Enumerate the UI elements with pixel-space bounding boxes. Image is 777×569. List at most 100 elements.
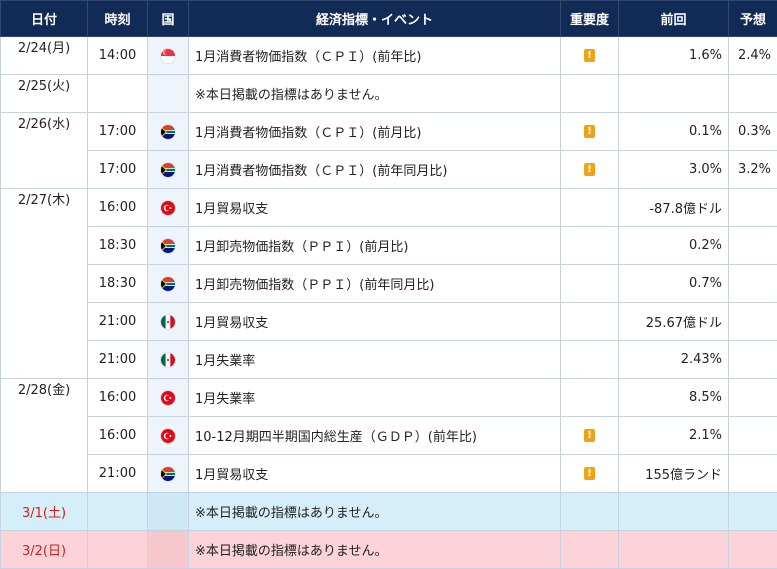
previous-cell: 25.67億ドル — [619, 303, 729, 341]
header-previous: 前回 — [619, 1, 729, 37]
forecast-cell — [729, 341, 777, 379]
event-cell: 1月貿易収支 — [189, 303, 561, 341]
forecast-cell: 0.3% — [729, 113, 777, 151]
event-cell: 1月消費者物価指数（ＣＰＩ）(前年比) — [189, 37, 561, 75]
importance-alert-icon: ! — [584, 163, 595, 176]
importance-cell — [561, 303, 619, 341]
table-row: 3/2(日) ※本日掲載の指標はありません。 — [1, 531, 777, 569]
previous-cell: 1.6% — [619, 37, 729, 75]
time-cell — [88, 75, 148, 113]
event-cell: ※本日掲載の指標はありません。 — [189, 75, 561, 113]
forecast-cell — [729, 227, 777, 265]
date-cell: 2/28(金) — [1, 379, 88, 493]
country-cell — [148, 341, 189, 379]
time-cell: 16:00 — [88, 379, 148, 417]
event-cell: 1月失業率 — [189, 379, 561, 417]
table-row: 17:00 1月消費者物価指数（ＣＰＩ）(前年同月比)! 3.0%3.2% — [1, 151, 777, 189]
time-cell: 18:30 — [88, 227, 148, 265]
event-cell: 1月消費者物価指数（ＣＰＩ）(前年同月比) — [189, 151, 561, 189]
time-cell — [88, 531, 148, 569]
table-row: 3/1(土)※本日掲載の指標はありません。 — [1, 493, 777, 531]
importance-cell — [561, 75, 619, 113]
previous-cell: 0.1% — [619, 113, 729, 151]
date-cell: 3/2(日) — [1, 531, 88, 569]
country-cell — [148, 75, 189, 113]
previous-cell: 0.7% — [619, 265, 729, 303]
table-row: 2/26(水)17:001月消費者物価指数（ＣＰＩ）(前月比)!0.1%0.3% — [1, 113, 777, 151]
table-body: 2/24(月)14:001月消費者物価指数（ＣＰＩ）(前年比)!1.6%2.4%… — [1, 37, 777, 569]
south-africa-flag-icon — [161, 125, 175, 139]
table-row: 2/25(火)※本日掲載の指標はありません。 — [1, 75, 777, 113]
table-row: 16:0010-12月期四半期国内総生産（ＧＤＰ）(前年比)!2.1% — [1, 417, 777, 455]
event-cell: 1月貿易収支 — [189, 189, 561, 227]
header-importance: 重要度 — [561, 1, 619, 37]
forecast-cell — [729, 531, 777, 569]
previous-cell: 8.5% — [619, 379, 729, 417]
event-cell: 1月卸売物価指数（ＰＰＩ）(前月比) — [189, 227, 561, 265]
importance-alert-icon: ! — [584, 125, 595, 138]
previous-cell: 2.1% — [619, 417, 729, 455]
country-cell — [148, 151, 189, 189]
time-cell: 21:00 — [88, 303, 148, 341]
table-row: 21:001月失業率2.43% — [1, 341, 777, 379]
time-cell: 16:00 — [88, 417, 148, 455]
time-cell: 21:00 — [88, 341, 148, 379]
forecast-cell — [729, 303, 777, 341]
south-africa-flag-icon — [161, 277, 175, 291]
importance-cell — [561, 341, 619, 379]
previous-cell: 155億ランド — [619, 455, 729, 493]
previous-cell — [619, 531, 729, 569]
table-row: 18:301月卸売物価指数（ＰＰＩ）(前月比)0.2% — [1, 227, 777, 265]
south-africa-flag-icon — [161, 163, 175, 177]
importance-cell — [561, 493, 619, 531]
table-row: 2/27(木)16:001月貿易収支-87.8億ドル — [1, 189, 777, 227]
time-cell: 18:30 — [88, 265, 148, 303]
importance-cell: ! — [561, 455, 619, 493]
previous-cell: 3.0% — [619, 151, 729, 189]
forecast-cell — [729, 265, 777, 303]
importance-cell: ! — [561, 113, 619, 151]
importance-cell — [561, 531, 619, 569]
country-cell — [148, 265, 189, 303]
country-cell — [148, 531, 189, 569]
forecast-cell — [729, 379, 777, 417]
forecast-cell: 2.4% — [729, 37, 777, 75]
time-cell: 17:00 — [88, 113, 148, 151]
table-row: 21:00 1月貿易収支 25.67億ドル — [1, 303, 777, 341]
event-cell: 1月卸売物価指数（ＰＰＩ）(前年同月比) — [189, 265, 561, 303]
turkey-flag-icon — [161, 391, 175, 405]
forecast-cell: 3.2% — [729, 151, 777, 189]
time-cell: 14:00 — [88, 37, 148, 75]
turkey-flag-icon — [161, 429, 175, 443]
event-cell: ※本日掲載の指標はありません。 — [189, 531, 561, 569]
south-africa-flag-icon — [161, 467, 175, 481]
table-row: 21:001月貿易収支!155億ランド — [1, 455, 777, 493]
importance-cell — [561, 227, 619, 265]
time-cell: 17:00 — [88, 151, 148, 189]
importance-cell: ! — [561, 37, 619, 75]
importance-cell — [561, 265, 619, 303]
country-cell — [148, 455, 189, 493]
date-cell: 3/1(土) — [1, 493, 88, 531]
header-country: 国 — [148, 1, 189, 37]
forecast-cell — [729, 417, 777, 455]
time-cell — [88, 493, 148, 531]
previous-cell — [619, 75, 729, 113]
time-cell: 16:00 — [88, 189, 148, 227]
importance-cell — [561, 379, 619, 417]
table-row: 2/24(月)14:001月消費者物価指数（ＣＰＩ）(前年比)!1.6%2.4% — [1, 37, 777, 75]
table-row: 2/28(金)16:001月失業率8.5% — [1, 379, 777, 417]
importance-cell: ! — [561, 151, 619, 189]
forecast-cell — [729, 493, 777, 531]
south-africa-flag-icon — [161, 239, 175, 253]
country-cell — [148, 37, 189, 75]
forecast-cell — [729, 455, 777, 493]
country-cell — [148, 227, 189, 265]
importance-alert-icon: ! — [584, 467, 595, 480]
importance-alert-icon: ! — [584, 429, 595, 442]
table-header-row: 日付 時刻 国 経済指標・イベント 重要度 前回 予想 — [1, 1, 777, 37]
mexico-flag-icon — [161, 353, 175, 367]
singapore-flag-icon — [161, 49, 175, 63]
event-cell: 1月貿易収支 — [189, 455, 561, 493]
date-cell: 2/27(木) — [1, 189, 88, 379]
